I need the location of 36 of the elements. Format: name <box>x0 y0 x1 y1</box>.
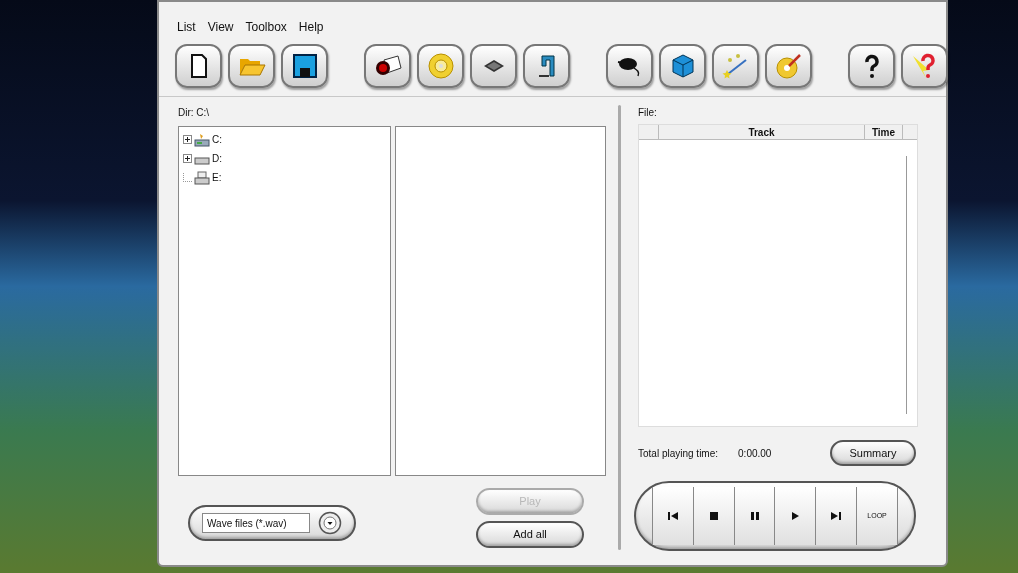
stop-icon <box>708 511 719 521</box>
skip-forward-icon <box>830 510 843 522</box>
disc-icon <box>426 52 455 80</box>
skip-back-icon <box>666 510 679 522</box>
directory-label: Dir: C:\ <box>178 106 210 120</box>
play-icon <box>790 511 801 521</box>
toolbar-button[interactable] <box>659 44 706 88</box>
pause-icon <box>749 511 760 521</box>
expand-toggle-icon[interactable] <box>183 154 192 163</box>
menu-item[interactable]: List <box>175 18 198 36</box>
drive-label[interactable]: D: <box>212 151 222 166</box>
disc-with-pen-icon <box>774 52 803 80</box>
column-header[interactable]: Time <box>865 125 903 139</box>
total-time-label: Total playing time: <box>638 446 719 461</box>
hard-drive-icon <box>194 132 210 147</box>
total-time-value: 0:00.00 <box>738 446 772 461</box>
summary-button[interactable]: Summary <box>830 440 916 466</box>
toolbar-button[interactable] <box>364 44 411 88</box>
transport-button[interactable] <box>692 487 734 545</box>
menu-item[interactable]: Help <box>296 18 326 36</box>
toolbar-button[interactable] <box>523 44 570 88</box>
toolbar-button[interactable] <box>470 44 517 88</box>
expand-toggle-icon[interactable] <box>183 135 192 144</box>
file-type-dropdown[interactable]: Wave files (*.wav) <box>188 505 356 541</box>
menu-item[interactable]: View <box>205 18 236 36</box>
column-header[interactable]: Track <box>659 125 865 139</box>
drive-label[interactable]: C: <box>212 132 222 147</box>
toolbar-button[interactable] <box>281 44 328 88</box>
toolbar-button[interactable] <box>606 44 653 88</box>
toolbar-button[interactable] <box>175 44 222 88</box>
drive-label[interactable]: E: <box>212 170 222 185</box>
add-all-button[interactable]: Add all <box>476 521 584 548</box>
menu-item[interactable]: Toolbox <box>243 18 289 36</box>
disc-drive-icon <box>194 170 210 185</box>
file-label: File: <box>638 106 657 120</box>
toolbar-button[interactable] <box>848 44 895 88</box>
